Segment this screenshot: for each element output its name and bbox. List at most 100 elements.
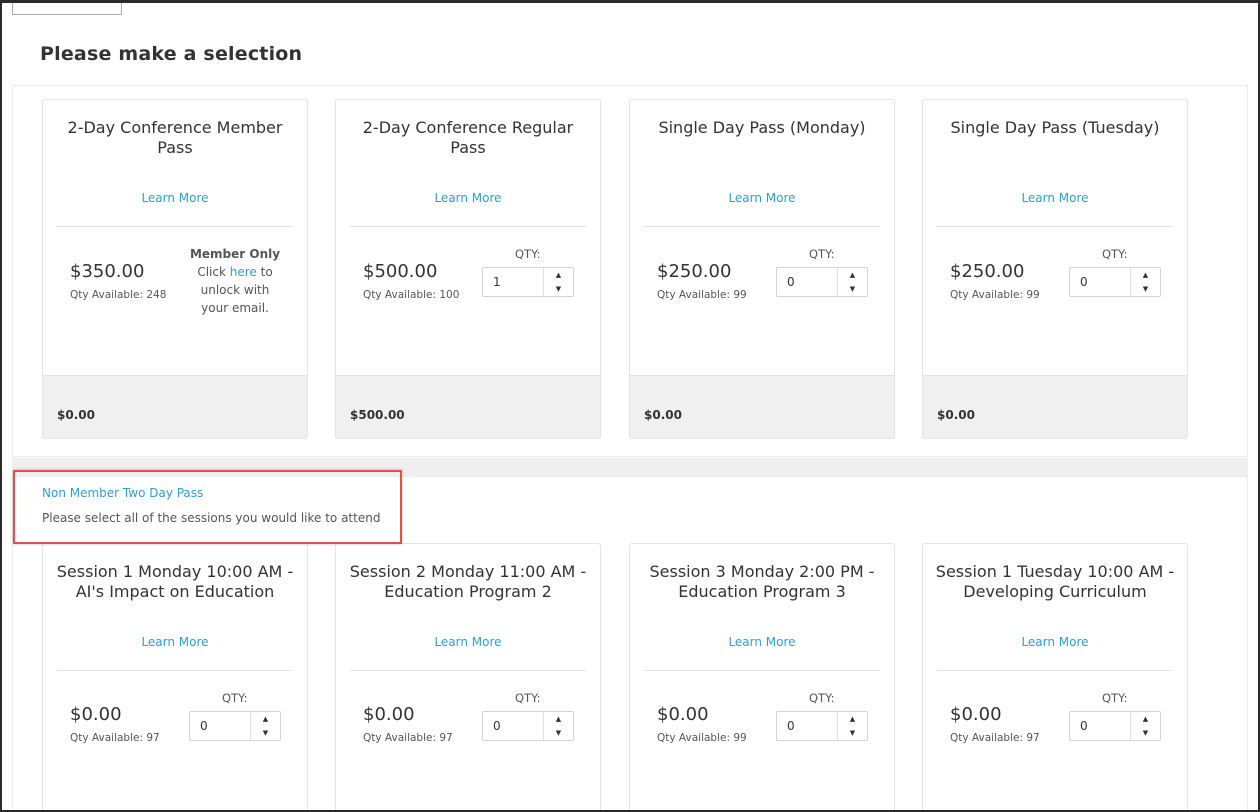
- stepper-buttons: ▲ ▼: [1130, 712, 1160, 740]
- qty-label: QTY:: [809, 247, 835, 261]
- stepper-buttons: ▲ ▼: [543, 712, 573, 740]
- stepper-buttons: ▲ ▼: [837, 712, 867, 740]
- session-price: $0.00: [70, 704, 122, 725]
- learn-more-link[interactable]: Learn More: [630, 191, 894, 205]
- qty-available: Qty Available: 99: [657, 732, 747, 744]
- triangle-down-icon[interactable]: ▼: [544, 282, 573, 296]
- session-card: Session 1 Monday 10:00 AM - AI's Impact …: [42, 543, 308, 810]
- quantity-input[interactable]: 1: [483, 268, 543, 296]
- qty-available: Qty Available: 97: [363, 732, 453, 744]
- card-footer: $0.00: [43, 375, 307, 438]
- triangle-up-icon[interactable]: ▲: [544, 712, 573, 726]
- card-total: $500.00: [350, 408, 405, 422]
- quantity-input[interactable]: 0: [777, 268, 837, 296]
- quantity-input[interactable]: 0: [777, 712, 837, 740]
- triangle-down-icon[interactable]: ▼: [1131, 282, 1160, 296]
- quantity-input[interactable]: 0: [1070, 268, 1130, 296]
- pass-price: $250.00: [657, 261, 732, 282]
- page-title: Please make a selection: [40, 43, 303, 65]
- stepper-buttons: ▲ ▼: [837, 268, 867, 296]
- triangle-up-icon[interactable]: ▲: [251, 712, 280, 726]
- card-divider: [350, 226, 586, 227]
- qty-label: QTY:: [515, 247, 541, 261]
- qty-label: QTY:: [515, 691, 541, 705]
- pass-title: 2-Day Conference Regular Pass: [362, 118, 574, 157]
- session-card: Session 1 Tuesday 10:00 AM - Developing …: [922, 543, 1188, 810]
- card-footer: $500.00: [336, 375, 600, 438]
- session-title: Session 3 Monday 2:00 PM - Education Pro…: [649, 562, 875, 601]
- triangle-up-icon[interactable]: ▲: [544, 268, 573, 282]
- triangle-up-icon[interactable]: ▲: [838, 268, 867, 282]
- pass-price: $500.00: [363, 261, 438, 282]
- card-divider: [937, 670, 1173, 671]
- member-only-text: Click: [197, 265, 230, 279]
- pass-card: Single Day Pass (Monday) Learn More $250…: [629, 99, 895, 439]
- pass-price: $250.00: [950, 261, 1025, 282]
- quantity-stepper[interactable]: 0 ▲ ▼: [189, 711, 281, 741]
- quantity-stepper[interactable]: 0 ▲ ▼: [1069, 711, 1161, 741]
- qty-available: Qty Available: 248: [70, 289, 167, 301]
- learn-more-link[interactable]: Learn More: [43, 635, 307, 649]
- quantity-stepper[interactable]: 0 ▲ ▼: [1069, 267, 1161, 297]
- annotation-highlight-box: [13, 470, 402, 544]
- member-only-title: Member Only: [189, 247, 281, 261]
- top-tab[interactable]: [12, 3, 122, 15]
- page-frame: Please make a selection 2-Day Conference…: [0, 0, 1260, 812]
- session-price: $0.00: [950, 704, 1002, 725]
- card-total: $0.00: [937, 408, 975, 422]
- qty-label: QTY:: [1102, 691, 1128, 705]
- unlock-here-link[interactable]: here: [230, 265, 257, 279]
- quantity-input[interactable]: 0: [1070, 712, 1130, 740]
- triangle-up-icon[interactable]: ▲: [1131, 712, 1160, 726]
- card-divider: [57, 670, 293, 671]
- pass-title: Single Day Pass (Monday): [658, 118, 866, 137]
- quantity-input[interactable]: 0: [190, 712, 250, 740]
- qty-label: QTY:: [222, 691, 248, 705]
- learn-more-link[interactable]: Learn More: [630, 635, 894, 649]
- qty-available: Qty Available: 97: [70, 732, 160, 744]
- session-card: Session 3 Monday 2:00 PM - Education Pro…: [629, 543, 895, 810]
- session-title: Session 2 Monday 11:00 AM - Education Pr…: [349, 562, 587, 601]
- pass-card: Single Day Pass (Tuesday) Learn More $25…: [922, 99, 1188, 439]
- triangle-down-icon[interactable]: ▼: [838, 282, 867, 296]
- stepper-buttons: ▲ ▼: [250, 712, 280, 740]
- session-card: Session 2 Monday 11:00 AM - Education Pr…: [335, 543, 601, 810]
- session-title: Session 1 Tuesday 10:00 AM - Developing …: [935, 562, 1175, 601]
- qty-label: QTY:: [1102, 247, 1128, 261]
- triangle-up-icon[interactable]: ▲: [838, 712, 867, 726]
- quantity-stepper[interactable]: 0 ▲ ▼: [482, 711, 574, 741]
- triangle-down-icon[interactable]: ▼: [251, 726, 280, 740]
- qty-available: Qty Available: 97: [950, 732, 1040, 744]
- member-only-notice: Member Only Click here to unlock with yo…: [189, 245, 281, 317]
- qty-label: QTY:: [809, 691, 835, 705]
- learn-more-link[interactable]: Learn More: [923, 191, 1187, 205]
- card-total: $0.00: [644, 408, 682, 422]
- session-price: $0.00: [363, 704, 415, 725]
- triangle-up-icon[interactable]: ▲: [1131, 268, 1160, 282]
- learn-more-link[interactable]: Learn More: [43, 191, 307, 205]
- qty-available: Qty Available: 100: [363, 289, 460, 301]
- learn-more-link[interactable]: Learn More: [923, 635, 1187, 649]
- qty-available: Qty Available: 99: [950, 289, 1040, 301]
- session-price: $0.00: [657, 704, 709, 725]
- card-total: $0.00: [57, 408, 95, 422]
- session-title: Session 1 Monday 10:00 AM - AI's Impact …: [56, 562, 294, 601]
- triangle-down-icon[interactable]: ▼: [838, 726, 867, 740]
- card-footer: $0.00: [630, 375, 894, 438]
- pass-title: Single Day Pass (Tuesday): [950, 118, 1160, 137]
- triangle-down-icon[interactable]: ▼: [544, 726, 573, 740]
- card-divider: [350, 670, 586, 671]
- stepper-buttons: ▲ ▼: [543, 268, 573, 296]
- triangle-down-icon[interactable]: ▼: [1131, 726, 1160, 740]
- quantity-input[interactable]: 0: [483, 712, 543, 740]
- card-divider: [644, 670, 880, 671]
- learn-more-link[interactable]: Learn More: [336, 635, 600, 649]
- quantity-stepper[interactable]: 0 ▲ ▼: [776, 711, 868, 741]
- pass-card: 2-Day Conference Member Pass Learn More …: [42, 99, 308, 439]
- pass-card: 2-Day Conference Regular Pass Learn More…: [335, 99, 601, 439]
- quantity-stepper[interactable]: 0 ▲ ▼: [776, 267, 868, 297]
- learn-more-link[interactable]: Learn More: [336, 191, 600, 205]
- card-divider: [937, 226, 1173, 227]
- quantity-stepper[interactable]: 1 ▲ ▼: [482, 267, 574, 297]
- passes-panel: 2-Day Conference Member Pass Learn More …: [12, 85, 1248, 457]
